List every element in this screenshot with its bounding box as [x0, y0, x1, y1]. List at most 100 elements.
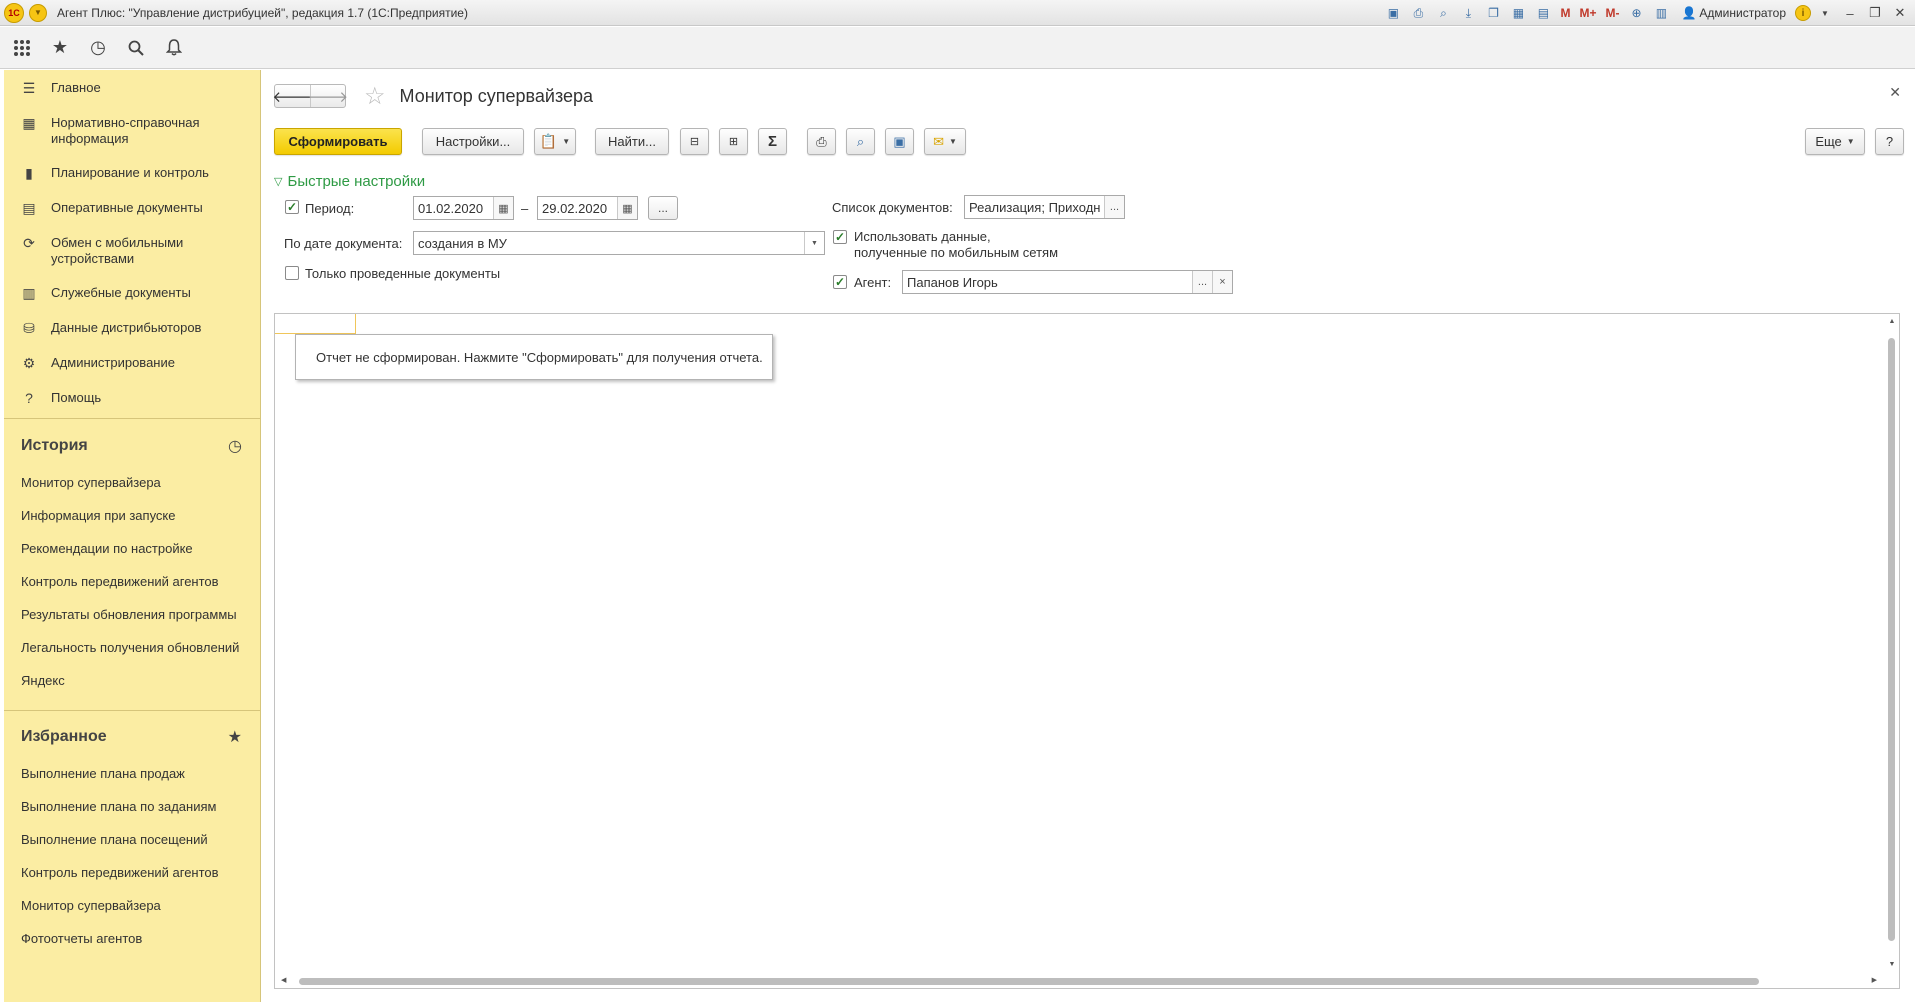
history-nav: 🡐 🡒: [272, 84, 348, 108]
sidebar-item-mobile-exchange[interactable]: ⟳ Обмен с мобильными устройствами: [4, 235, 260, 285]
close-form-icon[interactable]: ✕: [1889, 84, 1901, 101]
chevron-down-icon[interactable]: ▼: [1814, 3, 1836, 23]
info-icon[interactable]: i: [1795, 5, 1811, 21]
vertical-scrollbar[interactable]: ▲ ▼: [1887, 318, 1897, 968]
sum-button[interactable]: Σ: [758, 128, 787, 155]
favorite-item[interactable]: Фотоотчеты агентов: [4, 922, 260, 955]
sidebar-item-service-docs[interactable]: ▥ Служебные документы: [4, 285, 260, 320]
calendar-icon[interactable]: ▦: [493, 197, 513, 219]
back-arrow-icon[interactable]: 🡐: [272, 85, 312, 107]
save-icon[interactable]: ▣: [1382, 3, 1404, 23]
scroll-up-icon[interactable]: ▲: [1887, 318, 1897, 325]
period-to-field[interactable]: 29.02.2020 ▦: [537, 196, 638, 220]
history-item[interactable]: Информация при запуске: [4, 499, 260, 532]
period-from-field[interactable]: 01.02.2020 ▦: [413, 196, 514, 220]
notifications-bell-icon[interactable]: [162, 36, 186, 60]
sidebar-item-reference[interactable]: ▦ Нормативно-справочная информация: [4, 115, 260, 165]
favorite-item[interactable]: Выполнение плана посещений: [4, 823, 260, 856]
top-toolbar: ★ ◷: [0, 27, 1915, 69]
apps-grid-icon[interactable]: [10, 36, 34, 60]
forward-arrow-icon[interactable]: 🡒: [308, 85, 348, 107]
user-menu[interactable]: 👤 Администратор: [1675, 6, 1792, 20]
quick-settings-toggle[interactable]: ▽ Быстрые настройки: [274, 173, 425, 190]
sidebar-item-operative-docs[interactable]: ▤ Оперативные документы: [4, 200, 260, 235]
zoom-icon[interactable]: ⊕: [1625, 3, 1647, 23]
vertical-scroll-thumb[interactable]: [1888, 338, 1895, 941]
main-panel: 🡐 🡒 ☆ Монитор супервайзера ✕ Сформироват…: [262, 70, 1915, 1002]
restore-button[interactable]: ❐: [1864, 3, 1886, 23]
use-mobile-checkbox[interactable]: ✓: [833, 230, 847, 244]
settings-button[interactable]: Настройки...: [422, 128, 524, 155]
favorite-item[interactable]: Контроль передвижений агентов: [4, 856, 260, 889]
history-item[interactable]: Монитор супервайзера: [4, 466, 260, 499]
favorites-star-icon[interactable]: ★: [228, 727, 242, 747]
by-date-select[interactable]: создания в МУ ▼: [413, 231, 825, 255]
memory-button[interactable]: M: [1557, 3, 1573, 23]
selected-cell[interactable]: [275, 314, 356, 334]
favorite-item[interactable]: Монитор супервайзера: [4, 889, 260, 922]
only-posted-checkbox[interactable]: [285, 266, 299, 280]
expand-icon: ⊞: [728, 136, 739, 148]
add-favorite-star-icon[interactable]: ☆: [364, 82, 386, 111]
panels-icon[interactable]: ▥: [1650, 3, 1672, 23]
sidebar-item-distributor-data[interactable]: ⛁ Данные дистрибьюторов: [4, 320, 260, 355]
save-button[interactable]: ▣: [885, 128, 914, 155]
sidebar-item-administration[interactable]: ⚙ Администрирование: [4, 355, 260, 390]
sidebar-item-planning[interactable]: ▮ Планирование и контроль: [4, 165, 260, 200]
history-item[interactable]: Яндекс: [4, 664, 260, 697]
search-icon[interactable]: [124, 36, 148, 60]
agent-checkbox[interactable]: ✓: [833, 275, 847, 289]
favorite-item[interactable]: Выполнение плана по заданиям: [4, 790, 260, 823]
favorites-star-icon[interactable]: ★: [48, 36, 72, 60]
sidebar: ☰ Главное ▦ Нормативно-справочная информ…: [4, 70, 261, 1002]
history-item[interactable]: Легальность получения обновлений: [4, 631, 260, 664]
variants-button[interactable]: 📋 ▼: [534, 128, 576, 155]
help-button[interactable]: ?: [1875, 128, 1904, 155]
history-icon[interactable]: ◷: [228, 436, 242, 456]
expand-groups-button[interactable]: ⊞: [719, 128, 748, 155]
calendar-icon[interactable]: ▤: [1532, 3, 1554, 23]
use-mobile-label: Использовать данные, полученные по мобил…: [854, 229, 1059, 260]
more-button[interactable]: Еще ▼: [1805, 128, 1865, 155]
window-titlebar: 1С ▼ Агент Плюс: "Управление дистрибуцие…: [0, 0, 1915, 26]
history-item[interactable]: Рекомендации по настройке: [4, 532, 260, 565]
period-checkbox[interactable]: ✓: [285, 200, 299, 214]
close-window-button[interactable]: ✕: [1889, 3, 1911, 23]
calculator-icon[interactable]: ▦: [1507, 3, 1529, 23]
horizontal-scroll-thumb[interactable]: [299, 978, 1759, 985]
sidebar-item-main[interactable]: ☰ Главное: [4, 80, 260, 115]
favorite-item[interactable]: Выполнение плана продаж: [4, 757, 260, 790]
history-icon[interactable]: ◷: [86, 36, 110, 60]
history-item[interactable]: Контроль передвижений агентов: [4, 565, 260, 598]
report-spreadsheet[interactable]: Отчет не сформирован. Нажмите "Сформиров…: [274, 313, 1900, 989]
memory-plus-button[interactable]: M+: [1576, 3, 1599, 23]
app-logo-icon[interactable]: 1С: [4, 2, 24, 23]
generate-button[interactable]: Сформировать: [274, 128, 402, 155]
preview-icon[interactable]: ⌕: [1432, 3, 1454, 23]
horizontal-scrollbar[interactable]: ◀ ▶: [279, 976, 1879, 986]
send-email-button[interactable]: ✉ ▼: [924, 128, 966, 155]
doc-list-field[interactable]: Реализация; Приходн ...: [964, 195, 1125, 219]
print-button[interactable]: ⎙: [807, 128, 836, 155]
app-menu-icon[interactable]: ▼: [29, 3, 47, 22]
agent-select-button[interactable]: ...: [1192, 271, 1212, 293]
period-select-button[interactable]: ...: [648, 196, 678, 220]
scroll-right-icon[interactable]: ▶: [1872, 976, 1877, 984]
history-section: История ◷ Монитор супервайзера Информаци…: [4, 434, 260, 697]
agent-clear-icon[interactable]: ×: [1212, 271, 1232, 293]
print-icon[interactable]: ⎙: [1407, 3, 1429, 23]
select-ellipsis-button[interactable]: ...: [1104, 196, 1124, 218]
find-button[interactable]: Найти...: [595, 128, 669, 155]
collapse-groups-button[interactable]: ⊟: [680, 128, 709, 155]
download-icon[interactable]: ⤓: [1457, 3, 1479, 23]
preview-button[interactable]: ⌕: [846, 128, 875, 155]
minimize-button[interactable]: –: [1839, 3, 1861, 23]
chevron-down-icon[interactable]: ▼: [804, 232, 824, 254]
copy-icon[interactable]: ❐: [1482, 3, 1504, 23]
scroll-left-icon[interactable]: ◀: [281, 976, 286, 984]
agent-field[interactable]: Папанов Игорь ... ×: [902, 270, 1233, 294]
scroll-down-icon[interactable]: ▼: [1887, 961, 1897, 968]
history-item[interactable]: Результаты обновления программы: [4, 598, 260, 631]
calendar-icon[interactable]: ▦: [617, 197, 637, 219]
memory-minus-button[interactable]: M-: [1602, 3, 1622, 23]
